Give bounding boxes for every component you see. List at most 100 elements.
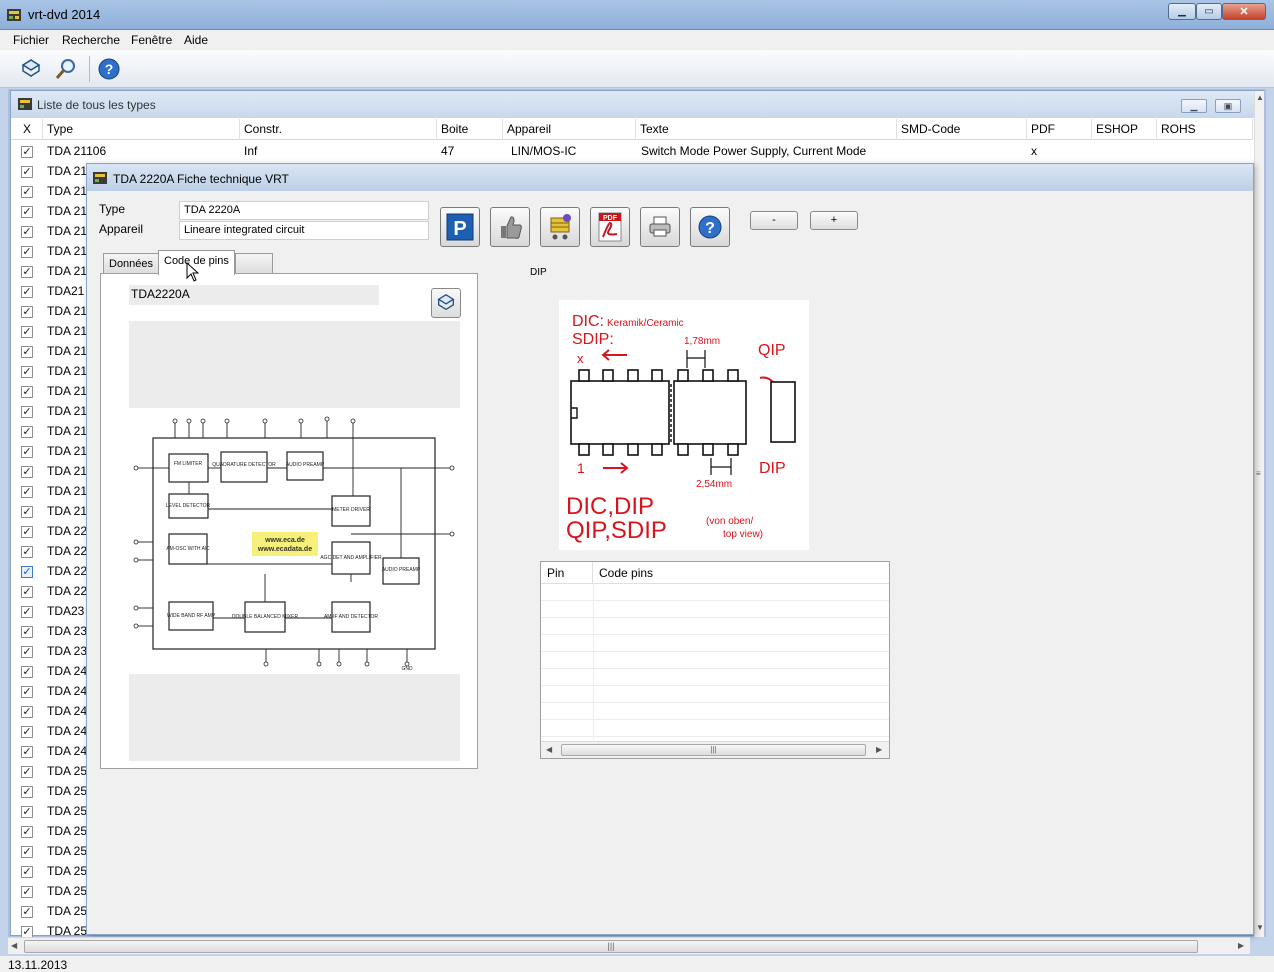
table-row[interactable]: ✓ TDA 23 [11, 621, 87, 641]
table-row[interactable]: ✓ TDA 21 [11, 321, 87, 341]
close-button[interactable]: ✕ [1222, 3, 1266, 20]
table-row[interactable]: ✓ TDA 21 [11, 381, 87, 401]
appareil-field[interactable]: Lineare integrated circuit [179, 221, 429, 240]
table-row[interactable]: ✓ TDA 25 [11, 801, 87, 821]
row-checkbox[interactable]: ✓ [21, 346, 33, 358]
code-pins-col-header[interactable]: Code pins [593, 562, 889, 584]
row-checkbox[interactable]: ✓ [21, 286, 33, 298]
scroll-right-arrow[interactable]: ▶ [876, 745, 882, 754]
row-checkbox[interactable]: ✓ [21, 406, 33, 418]
book-icon[interactable] [18, 56, 44, 82]
table-row[interactable]: ✓ TDA 25 [11, 821, 87, 841]
pin-row[interactable] [541, 686, 889, 703]
table-row[interactable]: ✓ TDA 24 [11, 701, 87, 721]
pin-row[interactable] [541, 669, 889, 686]
menu-fichier[interactable]: Fichier [13, 33, 49, 47]
pdf-button[interactable]: PDF [590, 207, 630, 247]
table-row[interactable]: ✓ TDA 24 [11, 741, 87, 761]
table-row[interactable]: ✓ TDA 25 [11, 921, 87, 937]
col-texte[interactable]: Texte [636, 119, 897, 140]
row-checkbox[interactable]: ✓ [21, 326, 33, 338]
row-checkbox[interactable]: ✓ [21, 446, 33, 458]
scroll-up-arrow[interactable]: ▲ [1256, 93, 1264, 102]
row-checkbox[interactable]: ✓ [21, 526, 33, 538]
row-checkbox[interactable]: ✓ [21, 366, 33, 378]
table-row[interactable]: ✓ TDA 21 [11, 341, 87, 361]
row-checkbox[interactable]: ✓ [21, 506, 33, 518]
col-boite[interactable]: Boite [437, 119, 503, 140]
row-checkbox[interactable]: ✓ [21, 586, 33, 598]
scroll-down-arrow[interactable]: ▼ [1256, 923, 1264, 932]
menu-recherche[interactable]: Recherche [62, 33, 120, 47]
row-checkbox[interactable]: ✓ [21, 206, 33, 218]
row-checkbox[interactable]: ✓ [21, 606, 33, 618]
row-checkbox[interactable]: ✓ [21, 646, 33, 658]
table-row[interactable]: ✓ TDA 22 [11, 581, 87, 601]
pin-row[interactable] [541, 584, 889, 601]
table-row[interactable]: ✓ TDA 22 [11, 521, 87, 541]
menu-aide[interactable]: Aide [184, 33, 208, 47]
table-row[interactable]: ✓ TDA 21 [11, 301, 87, 321]
row-checkbox[interactable]: ✓ [21, 906, 33, 918]
row-checkbox[interactable]: ✓ [21, 486, 33, 498]
list-restore-button[interactable]: ▣ [1215, 99, 1241, 113]
book-button[interactable] [431, 288, 461, 318]
row-checkbox[interactable]: ✓ [21, 846, 33, 858]
row-checkbox[interactable]: ✓ [21, 166, 33, 178]
row-checkbox[interactable]: ✓ [21, 226, 33, 238]
pin-row[interactable] [541, 618, 889, 635]
pin-row[interactable] [541, 720, 889, 737]
pin-table-hscrollbar[interactable]: ◀ ||| ▶ [541, 741, 889, 758]
pin-row[interactable] [541, 601, 889, 618]
pin-row[interactable] [541, 703, 889, 720]
table-row[interactable]: ✓ TDA 21106 Inf 47 LIN/MOS-IC Switch Mod… [11, 141, 1251, 161]
table-row[interactable]: ✓ TDA 25 [11, 781, 87, 801]
row-checkbox[interactable]: ✓ [21, 926, 33, 937]
row-checkbox[interactable]: ✓ [21, 806, 33, 818]
main-horizontal-scrollbar[interactable]: ◀ ||| ▶ [8, 937, 1250, 954]
table-row[interactable]: ✓ TDA 21 [11, 401, 87, 421]
table-row[interactable]: ✓ TDA 24 [11, 661, 87, 681]
table-row[interactable]: ✓ TDA 21 [11, 501, 87, 521]
row-checkbox[interactable]: ✓ [21, 426, 33, 438]
table-row[interactable]: ✓ TDA 24 [11, 721, 87, 741]
list-minimize-button[interactable]: ▁ [1181, 99, 1207, 113]
table-row[interactable]: ✓ TDA 21 [11, 161, 87, 181]
print-button[interactable] [640, 207, 680, 247]
row-checkbox[interactable]: ✓ [21, 746, 33, 758]
table-row[interactable]: ✓ TDA 25 [11, 761, 87, 781]
tab-empty[interactable] [235, 253, 273, 274]
table-row[interactable]: ✓ TDA 25 [11, 881, 87, 901]
col-x[interactable]: X [19, 119, 43, 140]
maximize-button[interactable]: ▭ [1196, 3, 1222, 20]
row-checkbox[interactable]: ✓ [21, 766, 33, 778]
row-checkbox[interactable]: ✓ [21, 186, 33, 198]
help-icon[interactable]: ? [96, 56, 122, 82]
table-row[interactable]: ✓ TDA 21 [11, 481, 87, 501]
help-button[interactable]: ? [690, 207, 730, 247]
row-checkbox[interactable]: ✓ [21, 786, 33, 798]
zoom-in-button[interactable]: + [810, 211, 858, 230]
table-row[interactable]: ✓ TDA 21 [11, 181, 87, 201]
row-checkbox[interactable]: ✓ [21, 886, 33, 898]
table-row[interactable]: ✓ TDA 22 [11, 561, 87, 581]
table-row[interactable]: ✓ TDA 21 [11, 421, 87, 441]
row-checkbox[interactable]: ✓ [21, 266, 33, 278]
table-row[interactable]: ✓ TDA 21 [11, 261, 87, 281]
table-row[interactable]: ✓ TDA 21 [11, 201, 87, 221]
table-row[interactable]: ✓ TDA23 [11, 601, 87, 621]
row-checkbox[interactable]: ✓ [21, 706, 33, 718]
table-row[interactable]: ✓ TDA 24 [11, 681, 87, 701]
scroll-right-arrow[interactable]: ▶ [1238, 941, 1244, 950]
col-appareil[interactable]: Appareil [503, 119, 636, 140]
scroll-left-arrow[interactable]: ◀ [11, 941, 17, 950]
scroll-left-arrow[interactable]: ◀ [546, 745, 552, 754]
pin-row[interactable] [541, 635, 889, 652]
scroll-thumb[interactable]: ||| [561, 744, 866, 756]
table-row[interactable]: ✓ TDA 21 [11, 441, 87, 461]
col-pdf[interactable]: PDF [1027, 119, 1092, 140]
magnifier-icon[interactable] [53, 56, 79, 82]
col-smd[interactable]: SMD-Code [897, 119, 1027, 140]
table-row[interactable]: ✓ TDA 21 [11, 361, 87, 381]
type-field[interactable]: TDA 2220A [179, 201, 429, 220]
